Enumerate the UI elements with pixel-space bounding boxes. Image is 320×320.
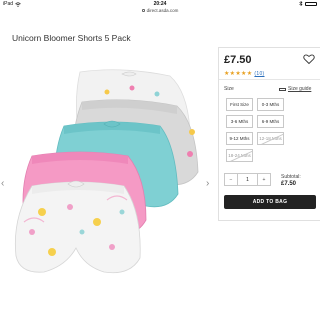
product-price: £7.50	[224, 54, 252, 66]
battery-icon	[305, 1, 317, 6]
quantity-value[interactable]: 1	[237, 174, 258, 185]
review-count-link[interactable]: (10)	[254, 71, 264, 77]
url-text: direct.asda.com	[146, 8, 179, 13]
add-to-bag-button[interactable]: ADD TO BAG	[224, 195, 316, 209]
size-option-first-size[interactable]: First Size	[226, 98, 253, 111]
product-title: Unicorn Bloomer Shorts 5 Pack	[12, 33, 131, 43]
address-bar[interactable]: direct.asda.com	[0, 8, 320, 16]
subtotal-value: £7.50	[281, 181, 297, 187]
quantity-stepper: − 1 +	[224, 173, 271, 186]
quantity-increase-button[interactable]: +	[258, 174, 270, 185]
size-option-3-6-mths[interactable]: 3-6 Mths	[226, 115, 253, 128]
star-icons: ★★★★★	[224, 71, 253, 77]
size-option-0-3-mths[interactable]: 0-3 Mths	[257, 98, 284, 111]
divider	[219, 79, 320, 80]
bloomer-unicorn	[15, 180, 141, 274]
bluetooth-icon	[299, 1, 303, 6]
ruler-icon	[279, 87, 286, 91]
product-image[interactable]	[12, 62, 208, 288]
size-option-9-12-mths[interactable]: 9-12 Mths	[226, 132, 253, 145]
size-label: Size	[224, 86, 234, 92]
subtotal-label: Subtotal:	[281, 174, 301, 180]
size-guide-link[interactable]: Size guide	[279, 86, 311, 92]
heart-icon[interactable]	[303, 53, 315, 65]
size-option-6-9-mths[interactable]: 6-9 Mths	[257, 115, 284, 128]
purchase-panel: £7.50 ★★★★★ (10) Size Size guide First Si…	[218, 47, 320, 221]
clock: 20:24	[153, 1, 167, 7]
carousel-next-arrow[interactable]: ›	[206, 178, 209, 189]
status-right	[299, 1, 317, 6]
carousel-prev-arrow[interactable]: ‹	[1, 178, 4, 189]
size-option-12-18-mths[interactable]: 12-18 Mths	[257, 132, 284, 145]
lock-icon	[141, 9, 145, 13]
rating: ★★★★★ (10)	[224, 70, 265, 77]
size-option-18-24-mths[interactable]: 18-24 Mths	[226, 149, 253, 162]
size-guide-label: Size guide	[288, 86, 312, 92]
quantity-decrease-button[interactable]: −	[225, 174, 237, 185]
